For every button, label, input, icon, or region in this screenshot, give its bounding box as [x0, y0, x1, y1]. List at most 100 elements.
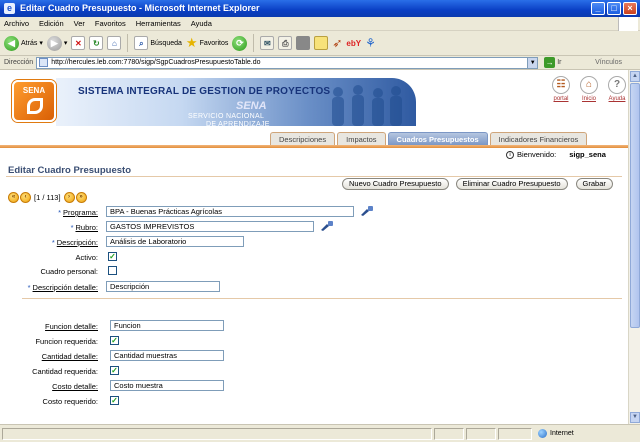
refresh-icon[interactable]: ↻: [89, 36, 104, 50]
delete-cuadro-button[interactable]: Eliminar Cuadro Presupuesto: [455, 178, 568, 190]
zone-label: Internet: [550, 430, 574, 437]
servicio-line2: DE APRENDIZAJE: [206, 121, 270, 128]
portal-icon: ☷: [552, 76, 570, 94]
status-pane: [434, 428, 464, 440]
scroll-up-icon[interactable]: ▲: [630, 71, 640, 82]
scroll-thumb[interactable]: [630, 83, 640, 328]
ayuda-link[interactable]: ? Ayuda: [606, 76, 628, 102]
banner: SENA SISTEMA INTEGRAL DE GESTION DE PROY…: [0, 70, 628, 132]
minimize-button[interactable]: _: [591, 2, 605, 15]
people-graphic: [332, 85, 402, 126]
print-icon[interactable]: ⎙: [278, 36, 293, 50]
tab-impactos[interactable]: Impactos: [337, 132, 386, 145]
favorites-button[interactable]: ★ Favoritos: [186, 35, 228, 51]
cuadro-personal-label: Cuadro personal:: [40, 267, 98, 276]
next-record-icon[interactable]: ›: [63, 192, 75, 203]
menu-favoritos[interactable]: Favoritos: [95, 19, 126, 28]
home-icon[interactable]: ⌂: [107, 36, 122, 50]
address-url: http://hercules.leb.com:7780/sigp/SgpCua…: [51, 59, 261, 66]
maximize-button[interactable]: □: [607, 2, 621, 15]
funcion-detalle-field[interactable]: Funcion: [110, 320, 224, 331]
back-button[interactable]: ◀ Atrás ▾: [4, 35, 43, 51]
prev-record-icon[interactable]: ‹: [20, 192, 31, 203]
forward-button[interactable]: ▶ ▾: [46, 35, 67, 51]
costo-detalle-field[interactable]: Costo muestra: [110, 380, 224, 391]
logo-text: SENA: [22, 86, 46, 95]
title-divider: [6, 176, 622, 177]
rubro-label: * Rubro:: [70, 223, 98, 232]
cuadro-personal-checkbox[interactable]: [108, 266, 117, 275]
descripcion-field[interactable]: Análisis de Laboratorio: [106, 236, 244, 247]
media-icon[interactable]: ⟳: [232, 35, 248, 51]
save-button[interactable]: Grabar: [575, 178, 613, 190]
programa-lookup-icon[interactable]: [360, 206, 374, 216]
programa-field[interactable]: BPA - Buenas Prácticas Agrícolas: [106, 206, 354, 217]
cantidad-detalle-field[interactable]: Cantidad muestras: [110, 350, 224, 361]
record-navigator: « ‹ [1 / 113] › »: [8, 192, 87, 203]
section-divider: [22, 298, 622, 299]
ebay-icon[interactable]: ebY: [346, 39, 361, 48]
descripcion-detalle-label: * Descripción detalle:: [27, 283, 98, 292]
tab-underline: [0, 145, 628, 148]
address-label: Dirección: [4, 59, 34, 66]
tabs: Descripciones Impactos Cuadros Presupues…: [270, 132, 589, 145]
descripcion-detalle-field[interactable]: Descripción: [106, 281, 220, 292]
first-record-icon[interactable]: «: [8, 192, 19, 203]
windows-flag-icon: [618, 17, 638, 31]
globe-icon: [538, 429, 547, 438]
scroll-down-icon[interactable]: ▼: [630, 412, 640, 423]
menu-ayuda[interactable]: Ayuda: [191, 19, 212, 28]
address-input[interactable]: http://hercules.leb.com:7780/sigp/SgpCua…: [36, 56, 539, 69]
stop-icon[interactable]: ✕: [71, 36, 86, 50]
search-button[interactable]: ⌕ Búsqueda: [134, 36, 182, 50]
close-button[interactable]: ×: [623, 2, 637, 15]
mail-icon[interactable]: ✉: [260, 36, 275, 50]
search-icon: ⌕: [134, 36, 149, 50]
menu-herramientas[interactable]: Herramientas: [136, 19, 181, 28]
portal-link[interactable]: ☷ portal: [550, 76, 572, 102]
toolbar-separator: [253, 34, 255, 52]
user-name: sigp_sena: [569, 150, 606, 159]
inicio-link[interactable]: ⌂ Inicio: [578, 76, 600, 102]
vertical-scrollbar[interactable]: ▲ ▼: [628, 70, 640, 424]
link-icon[interactable]: ⚘: [365, 36, 376, 50]
messenger-icon[interactable]: ➶: [332, 36, 342, 50]
cantidad-requerida-checkbox[interactable]: ✓: [110, 366, 119, 375]
funcion-requerida-label: Funcion requerida:: [35, 337, 98, 346]
info-icon: i: [506, 150, 514, 159]
menu-ver[interactable]: Ver: [74, 19, 85, 28]
rubro-lookup-icon[interactable]: [320, 221, 334, 231]
inicio-label: Inicio: [581, 96, 596, 102]
tab-descripciones[interactable]: Descripciones: [270, 132, 336, 145]
funcion-requerida-checkbox[interactable]: ✓: [110, 336, 119, 345]
sena-logo: SENA: [12, 80, 56, 122]
window-title: Editar Cuadro Presupuesto - Microsoft In…: [20, 3, 260, 13]
browser-toolbar: ◀ Atrás ▾ ▶ ▾ ✕ ↻ ⌂ ⌕ Búsqueda ★ Favoritos…: [0, 31, 640, 56]
tab-cuadros-presupuestos[interactable]: Cuadros Presupuestos: [387, 132, 488, 145]
cantidad-requerida-label: Cantidad requerida:: [32, 367, 98, 376]
tab-indicadores-financieros[interactable]: Indicadores Financieros: [489, 132, 588, 145]
help-icon: ?: [608, 76, 626, 94]
links-label[interactable]: Vínculos: [595, 59, 622, 66]
menu-bar: Archivo Edición Ver Favoritos Herramient…: [0, 17, 640, 31]
activo-checkbox[interactable]: ✓: [108, 252, 117, 261]
last-record-icon[interactable]: »: [75, 192, 87, 203]
discuss-icon[interactable]: [314, 36, 329, 50]
go-arrow-icon: →: [544, 57, 556, 68]
menu-archivo[interactable]: Archivo: [4, 19, 29, 28]
home-icon: ⌂: [580, 76, 598, 94]
edit-icon[interactable]: [296, 36, 311, 50]
page-content: SENA SISTEMA INTEGRAL DE GESTION DE PROY…: [0, 70, 628, 424]
new-cuadro-button[interactable]: Nuevo Cuadro Presupuesto: [342, 178, 449, 190]
address-dropdown-icon[interactable]: ▼: [527, 57, 538, 68]
costo-requerido-checkbox[interactable]: ✓: [110, 396, 119, 405]
star-icon: ★: [185, 35, 198, 50]
go-label: Ir: [557, 59, 562, 66]
cantidad-detalle-label: Cantidad detalle:: [41, 352, 98, 361]
ie-icon: e: [4, 3, 15, 14]
rubro-field[interactable]: GASTOS IMPREVISTOS: [106, 221, 314, 232]
go-button[interactable]: → Ir: [544, 57, 561, 68]
action-buttons: Nuevo Cuadro Presupuesto Eliminar Cuadro…: [337, 178, 613, 190]
menu-edicion[interactable]: Edición: [39, 19, 64, 28]
logo-mark: [27, 98, 43, 114]
